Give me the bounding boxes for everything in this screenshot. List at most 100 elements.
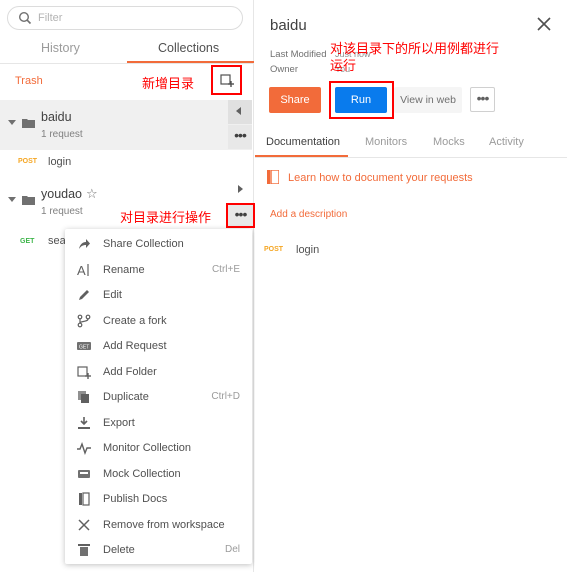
filter-input[interactable]: Filter [7,6,243,30]
menu-item-fork[interactable]: Create a fork [65,308,252,333]
collection-name: youdao [41,187,83,201]
menu-item-label: Add Folder [103,366,157,378]
trash-link[interactable]: Trash [15,75,43,87]
menu-item-export[interactable]: Export [65,410,252,435]
menu-item-label: Rename [103,264,145,276]
annotation-folder-ops: 对目录进行操作 [120,210,212,225]
close-icon[interactable] [537,17,551,31]
tab-monitors[interactable]: Monitors [365,136,407,148]
add-description-link[interactable]: Add a description [270,209,347,220]
tab-documentation[interactable]: Documentation [266,136,340,148]
collection-context-menu: Share Collection A Rename Ctrl+E Edit Cr… [65,229,252,564]
learn-docs-link[interactable]: Learn how to document your requests [288,172,473,184]
menu-item-delete[interactable]: Delete Del [65,537,252,562]
run-button-highlight: Run [329,81,394,119]
duplicate-icon [78,391,89,403]
add-request-icon: GET [77,342,91,351]
collapse-button[interactable] [228,100,252,124]
menu-item-publish[interactable]: Publish Docs [65,486,252,511]
menu-item-label: Publish Docs [103,493,168,505]
search-icon [18,11,32,25]
menu-item-monitor[interactable]: Monitor Collection [65,435,252,460]
caret-down-icon[interactable] [8,120,16,125]
menu-item-label: Edit [103,289,122,301]
rename-icon: A [77,263,89,277]
menu-item-shortcut: Ctrl+E [211,264,240,275]
menu-item-rename[interactable]: A Rename Ctrl+E [65,257,252,282]
owner-label: Owner [270,64,298,75]
menu-item-shortcut: Del [224,544,240,555]
menu-item-add-request[interactable]: GET Add Request [65,333,252,358]
menu-item-label: Export [103,417,135,429]
menu-item-label: Remove from workspace [103,519,225,531]
export-icon [78,417,90,429]
menu-item-label: Add Request [103,340,167,352]
mock-icon [78,470,90,478]
tab-collections[interactable]: Collections [158,41,219,55]
collection-title: baidu [270,17,307,34]
menu-item-shortcut: Ctrl+D [211,391,240,402]
active-tab-indicator [255,155,348,157]
method-badge: GET [20,238,35,245]
collection-side-buttons: ••• [228,100,252,150]
caret-down-icon[interactable] [8,197,16,202]
add-folder-icon [77,366,91,379]
collection-request-count: 1 request [41,129,83,140]
collection-request-count: 1 request [41,206,83,217]
sidebar-tabs: History Collections [0,36,254,64]
more-options-button[interactable]: ••• [470,87,495,112]
method-badge: POST [264,246,284,253]
annotation-new-folder: 新增目录 [142,76,195,91]
tab-history[interactable]: History [41,41,80,55]
menu-item-remove[interactable]: Remove from workspace [65,512,252,537]
more-options-button[interactable]: ••• [228,125,252,149]
tab-activity[interactable]: Activity [489,136,524,148]
book-icon [267,170,279,184]
edit-icon [79,290,89,300]
method-badge: POST [18,158,38,165]
folder-icon [22,196,35,205]
new-collection-icon [220,74,234,87]
expand-button[interactable] [228,177,252,201]
more-options-button[interactable]: ••• [228,205,253,226]
remove-icon [78,519,90,531]
menu-item-add-folder[interactable]: Add Folder [65,359,252,384]
collection-more-options-highlight: ••• [226,203,255,228]
detail-tabs: Documentation Monitors Mocks Activity [255,130,567,158]
menu-item-label: Share Collection [103,238,184,250]
filter-placeholder: Filter [38,12,63,24]
tab-mocks[interactable]: Mocks [433,136,465,148]
menu-item-mock[interactable]: Mock Collection [65,461,252,486]
collection-baidu[interactable]: baidu 1 request ••• [0,100,252,150]
menu-item-label: Create a fork [103,315,167,327]
request-item[interactable]: POST login [0,151,252,175]
delete-icon [78,544,90,556]
folder-icon [22,119,35,128]
share-button[interactable]: Share [269,87,321,113]
share-icon [79,239,90,249]
divider [0,63,254,64]
menu-item-duplicate[interactable]: Duplicate Ctrl+D [65,384,252,409]
svg-text:GET: GET [79,345,89,351]
chevron-right-icon [238,185,243,193]
publish-icon [79,492,90,506]
last-modified-label: Last Modified [270,49,327,60]
menu-item-label: Delete [103,544,135,556]
menu-item-edit[interactable]: Edit [65,282,252,307]
monitor-icon [77,441,91,455]
svg-text:A: A [77,263,86,277]
run-button[interactable]: Run [335,87,387,113]
menu-item-label: Monitor Collection [103,442,192,454]
chevron-left-icon [236,107,241,115]
annotation-run-all: 对该目录下的所以用例都进行运行 [330,40,510,74]
new-collection-button[interactable] [211,65,242,95]
fork-icon [77,314,91,328]
collection-name: baidu [41,110,72,124]
request-name[interactable]: login [296,244,319,256]
collection-detail-panel: baidu Last Modified Just now Owner You 对… [255,0,567,572]
menu-item-label: Duplicate [103,391,149,403]
menu-item-share[interactable]: Share Collection [65,231,252,256]
star-icon[interactable]: ☆ [86,186,98,202]
annotation-text: 对该目录下的所以用例都进行运行 [330,41,500,73]
view-in-web-button[interactable]: View in web [394,87,462,113]
